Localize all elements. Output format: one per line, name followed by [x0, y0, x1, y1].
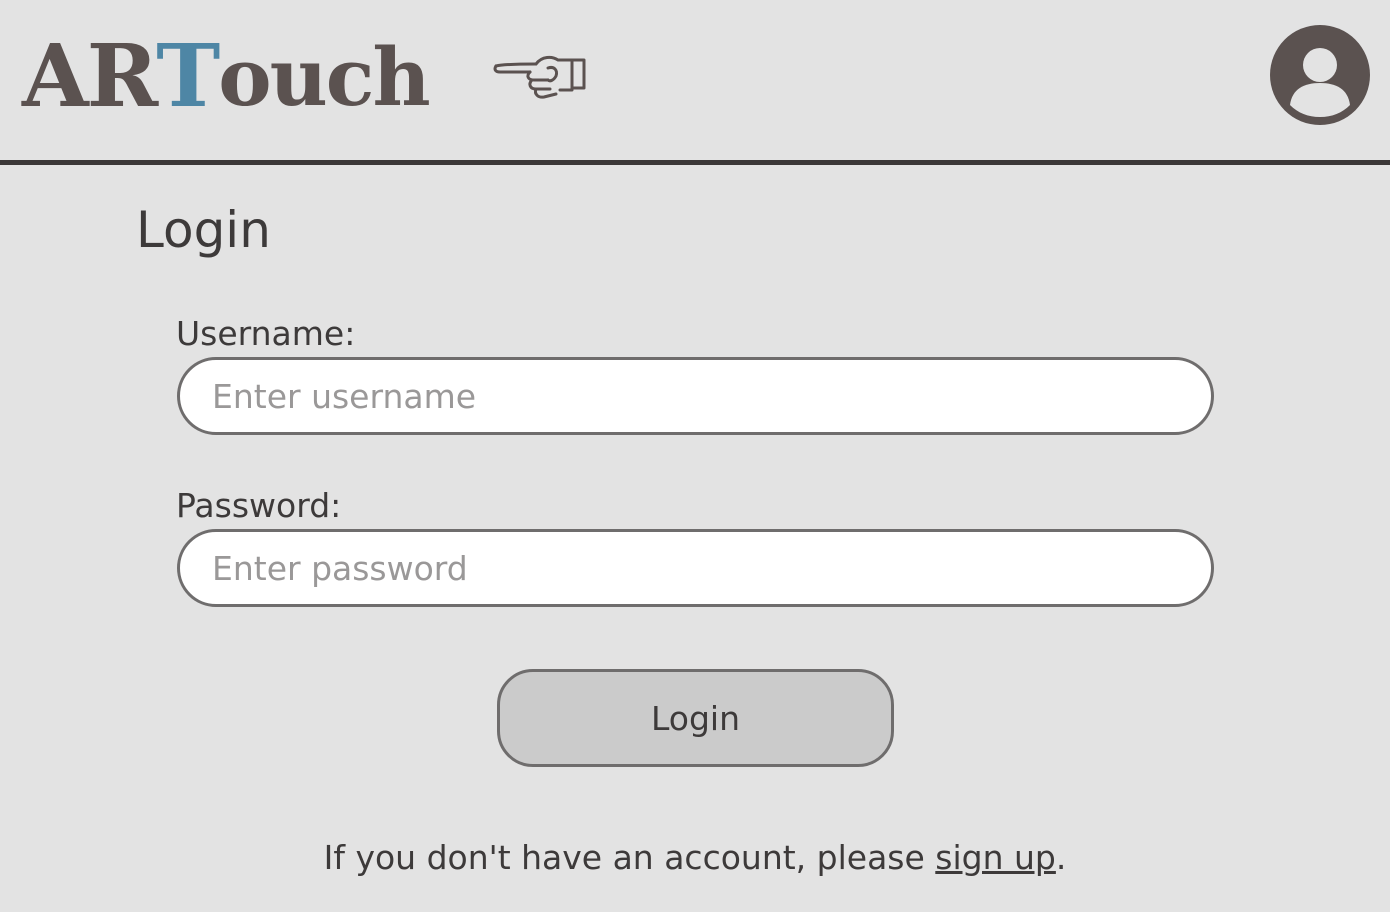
user-silhouette-icon: [1290, 48, 1350, 117]
signup-prompt: If you don't have an account, please sig…: [0, 834, 1390, 882]
signup-prompt-suffix: .: [1055, 838, 1067, 877]
user-avatar-icon[interactable]: [1270, 25, 1370, 125]
logo-text-accent: T: [156, 26, 220, 127]
signup-link[interactable]: sign up: [935, 838, 1056, 877]
logo-text-part1: AR: [22, 26, 158, 127]
signup-prompt-prefix: If you don't have an account, please: [323, 838, 936, 877]
username-input[interactable]: [177, 357, 1214, 435]
password-label: Password:: [176, 486, 342, 525]
username-label: Username:: [176, 314, 356, 353]
page-title: Login: [136, 201, 271, 259]
password-input[interactable]: [177, 529, 1214, 607]
header-bar: AR Touch: [0, 0, 1390, 165]
login-button[interactable]: Login: [497, 669, 894, 767]
logo-text-part3: ouch: [218, 30, 430, 124]
pointing-hand-icon: [493, 55, 586, 99]
brand-logo[interactable]: AR Touch: [22, 26, 431, 127]
